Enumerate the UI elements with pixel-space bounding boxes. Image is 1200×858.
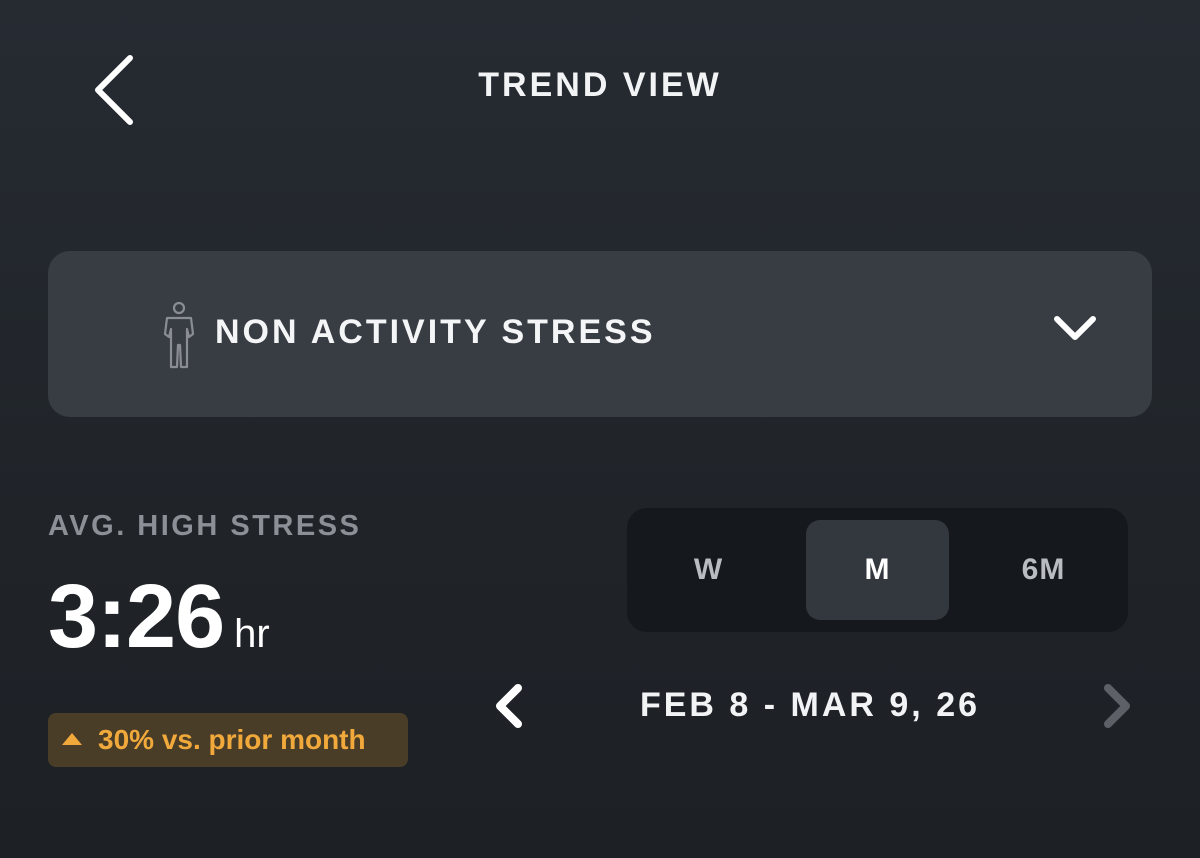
page-title: TREND VIEW <box>478 66 722 104</box>
period-toggle: W M 6M <box>627 508 1128 632</box>
previous-range-button[interactable] <box>486 680 530 732</box>
period-option-week[interactable]: W <box>637 520 780 620</box>
chevron-right-icon <box>1104 684 1130 728</box>
change-text: 30% vs. prior month <box>98 724 366 755</box>
change-badge: 30% vs. prior month <box>48 713 408 767</box>
stat-number: 3:26 <box>48 567 225 667</box>
chevron-down-icon <box>1054 316 1096 340</box>
stat-unit: hr <box>234 612 270 656</box>
next-range-button[interactable] <box>1096 680 1140 732</box>
date-range-label: FEB 8 - MAR 9, 26 <box>639 686 981 724</box>
chevron-left-icon <box>496 684 522 728</box>
period-option-six-month[interactable]: 6M <box>972 520 1115 620</box>
stat-label: AVG. HIGH STRESS <box>48 510 362 542</box>
stat-value: 3:26 hr <box>48 566 270 669</box>
person-icon <box>163 301 195 369</box>
metric-dropdown[interactable]: NON ACTIVITY STRESS <box>48 251 1152 417</box>
period-option-month[interactable]: M <box>806 520 949 620</box>
triangle-up-icon <box>62 733 82 745</box>
metric-label: NON ACTIVITY STRESS <box>215 313 656 351</box>
